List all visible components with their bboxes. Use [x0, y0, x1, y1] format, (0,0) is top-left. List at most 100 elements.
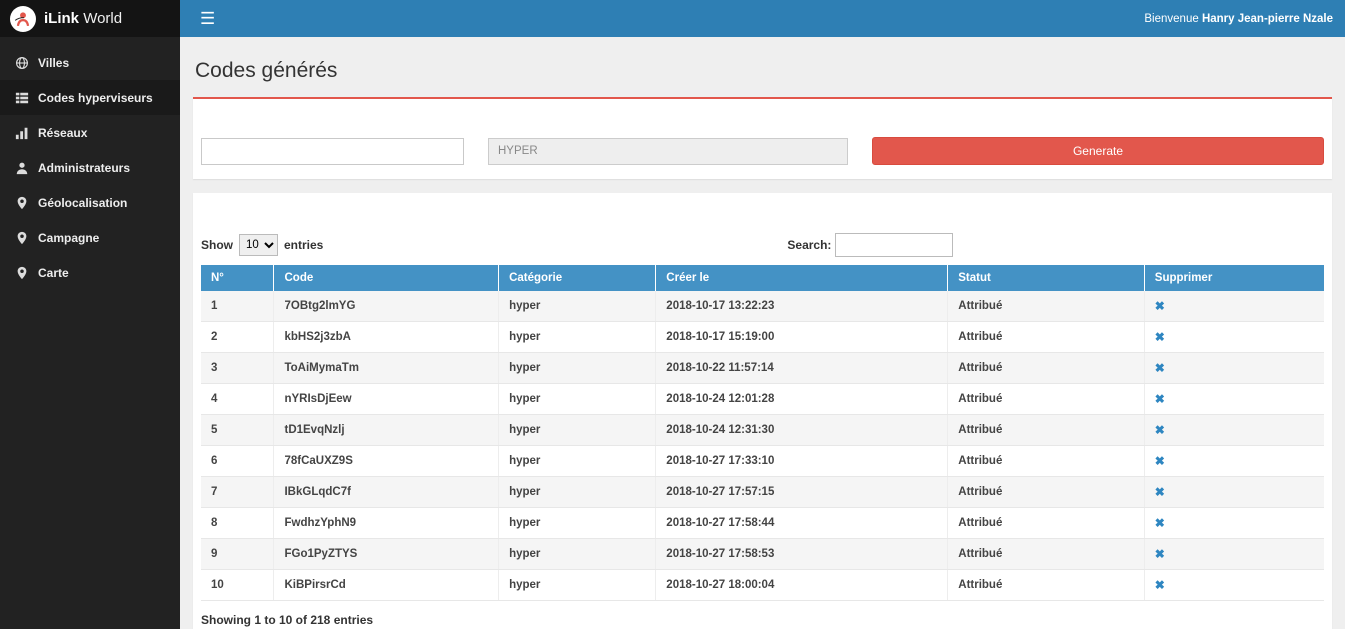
column-header-num[interactable]: N°	[201, 265, 274, 291]
show-label: Show	[201, 238, 233, 252]
delete-icon[interactable]: ✖	[1155, 547, 1165, 561]
row-number: 9	[201, 539, 274, 570]
category-input[interactable]	[488, 138, 848, 165]
row-category: hyper	[499, 570, 656, 601]
main-area: ☰ Bienvenue Hanry Jean-pierre Nzale Code…	[180, 0, 1345, 629]
entries-label: entries	[284, 238, 323, 252]
row-delete-cell: ✖	[1144, 570, 1324, 601]
row-delete-cell: ✖	[1144, 539, 1324, 570]
column-header-code[interactable]: Code	[274, 265, 499, 291]
sidebar-item-label: Villes	[38, 56, 69, 70]
user-icon	[14, 160, 29, 175]
row-created: 2018-10-27 18:00:04	[656, 570, 948, 601]
app-window: iLink World Villes Codes hyperviseurs Ré…	[0, 0, 1345, 629]
row-category: hyper	[499, 508, 656, 539]
table-header-row: N° Code Catégorie Créer le Statut Suppri…	[201, 265, 1324, 291]
table-row: 8 FwdhzYphN9 hyper 2018-10-27 17:58:44 A…	[201, 508, 1324, 539]
row-status: Attribué	[948, 570, 1145, 601]
row-delete-cell: ✖	[1144, 446, 1324, 477]
row-category: hyper	[499, 384, 656, 415]
row-number: 7	[201, 477, 274, 508]
app-title: iLink World	[44, 10, 122, 27]
row-number: 5	[201, 415, 274, 446]
sidebar-item-carte[interactable]: Carte	[0, 255, 180, 290]
row-delete-cell: ✖	[1144, 415, 1324, 446]
row-status: Attribué	[948, 477, 1145, 508]
row-status: Attribué	[948, 291, 1145, 322]
app-brand: iLink World	[0, 0, 180, 37]
search-control: Search:	[787, 233, 953, 257]
delete-icon[interactable]: ✖	[1155, 330, 1165, 344]
sidebar-item-codes-hyperviseurs[interactable]: Codes hyperviseurs	[0, 80, 180, 115]
delete-icon[interactable]: ✖	[1155, 454, 1165, 468]
delete-icon[interactable]: ✖	[1155, 392, 1165, 406]
column-header-category[interactable]: Catégorie	[499, 265, 656, 291]
sidebar-item-villes[interactable]: Villes	[0, 45, 180, 80]
sidebar-item-label: Carte	[38, 266, 69, 280]
row-created: 2018-10-17 13:22:23	[656, 291, 948, 322]
table-row: 1 7OBtg2lmYG hyper 2018-10-17 13:22:23 A…	[201, 291, 1324, 322]
row-code: ToAiMymaTm	[274, 353, 499, 384]
sidebar-item-geolocalisation[interactable]: Géolocalisation	[0, 185, 180, 220]
row-status: Attribué	[948, 446, 1145, 477]
page-length-select[interactable]: 10	[239, 234, 278, 256]
column-header-status[interactable]: Statut	[948, 265, 1145, 291]
row-number: 4	[201, 384, 274, 415]
row-code: kbHS2j3zbA	[274, 322, 499, 353]
sidebar-item-label: Réseaux	[38, 126, 87, 140]
map-marker-icon	[14, 230, 29, 245]
map-marker-icon	[14, 195, 29, 210]
page-title: Codes générés	[195, 59, 1332, 83]
table-row: 6 78fCaUXZ9S hyper 2018-10-27 17:33:10 A…	[201, 446, 1324, 477]
delete-icon[interactable]: ✖	[1155, 423, 1165, 437]
row-created: 2018-10-27 17:57:15	[656, 477, 948, 508]
app-logo-icon	[10, 6, 36, 32]
row-delete-cell: ✖	[1144, 384, 1324, 415]
row-code: IBkGLqdC7f	[274, 477, 499, 508]
generate-button[interactable]: Generate	[872, 137, 1324, 165]
row-code: FwdhzYphN9	[274, 508, 499, 539]
row-created: 2018-10-17 15:19:00	[656, 322, 948, 353]
sidebar-item-reseaux[interactable]: Réseaux	[0, 115, 180, 150]
row-delete-cell: ✖	[1144, 477, 1324, 508]
sidebar-toggle-icon[interactable]: ☰	[192, 8, 223, 29]
topbar: ☰ Bienvenue Hanry Jean-pierre Nzale	[180, 0, 1345, 37]
table-footer: Showing 1 to 10 of 218 entries Previous1…	[201, 613, 1324, 629]
sidebar-item-label: Administrateurs	[38, 161, 130, 175]
entries-info: Showing 1 to 10 of 218 entries	[201, 613, 1324, 627]
delete-icon[interactable]: ✖	[1155, 299, 1165, 313]
page-content: Codes générés Generate Show 10	[180, 37, 1345, 629]
row-status: Attribué	[948, 322, 1145, 353]
row-status: Attribué	[948, 353, 1145, 384]
row-created: 2018-10-27 17:58:53	[656, 539, 948, 570]
sidebar-item-campagne[interactable]: Campagne	[0, 220, 180, 255]
column-header-delete[interactable]: Supprimer	[1144, 265, 1324, 291]
row-category: hyper	[499, 539, 656, 570]
column-header-created[interactable]: Créer le	[656, 265, 948, 291]
delete-icon[interactable]: ✖	[1155, 361, 1165, 375]
row-created: 2018-10-27 17:58:44	[656, 508, 948, 539]
row-created: 2018-10-27 17:33:10	[656, 446, 948, 477]
quantity-input[interactable]	[201, 138, 464, 165]
row-delete-cell: ✖	[1144, 291, 1324, 322]
row-status: Attribué	[948, 384, 1145, 415]
delete-icon[interactable]: ✖	[1155, 485, 1165, 499]
table-row: 7 IBkGLqdC7f hyper 2018-10-27 17:57:15 A…	[201, 477, 1324, 508]
row-created: 2018-10-22 11:57:14	[656, 353, 948, 384]
row-code: nYRIsDjEew	[274, 384, 499, 415]
delete-icon[interactable]: ✖	[1155, 578, 1165, 592]
globe-icon	[14, 55, 29, 70]
delete-icon[interactable]: ✖	[1155, 516, 1165, 530]
table-row: 5 tD1EvqNzlj hyper 2018-10-24 12:31:30 A…	[201, 415, 1324, 446]
row-category: hyper	[499, 446, 656, 477]
table-row: 2 kbHS2j3zbA hyper 2018-10-17 15:19:00 A…	[201, 322, 1324, 353]
list-icon	[14, 90, 29, 105]
sidebar-item-administrateurs[interactable]: Administrateurs	[0, 150, 180, 185]
row-status: Attribué	[948, 415, 1145, 446]
search-input[interactable]	[835, 233, 953, 257]
row-created: 2018-10-24 12:31:30	[656, 415, 948, 446]
row-status: Attribué	[948, 508, 1145, 539]
row-number: 6	[201, 446, 274, 477]
row-category: hyper	[499, 353, 656, 384]
row-category: hyper	[499, 291, 656, 322]
